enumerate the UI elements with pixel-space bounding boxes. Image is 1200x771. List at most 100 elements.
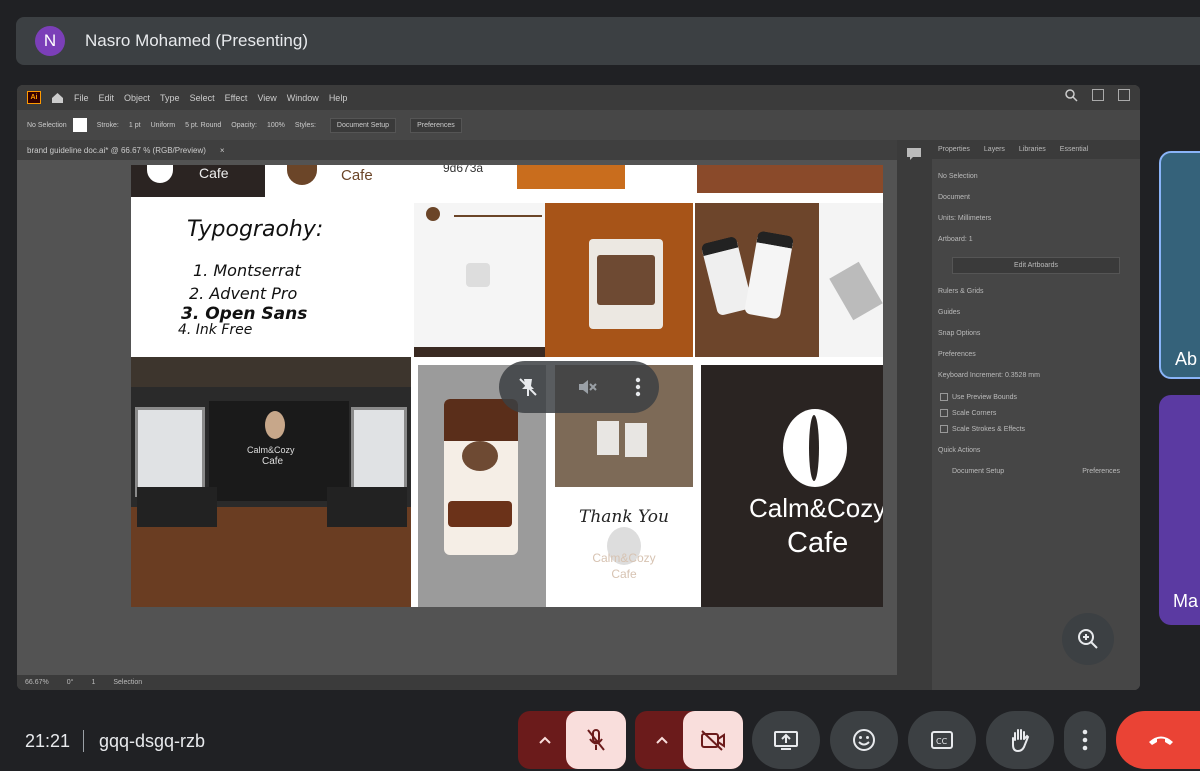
control-bar: No Selection Stroke: 1 pt Uniform 5 pt. … xyxy=(17,110,1140,140)
more-options-icon[interactable] xyxy=(635,377,641,397)
present-screen-button[interactable] xyxy=(752,711,820,769)
app-menubar: Ai File Edit Object Type Select Effect V… xyxy=(17,85,1140,110)
microphone-button[interactable] xyxy=(566,711,626,769)
snap-options-label: Snap Options xyxy=(938,330,981,337)
preferences-section: Preferences xyxy=(938,351,976,358)
logo-mark-brown xyxy=(287,165,317,185)
stationery-mockup xyxy=(819,203,883,357)
color-hex: 9d673a xyxy=(443,165,484,175)
camera-control xyxy=(635,711,743,769)
color-swatch-brown xyxy=(697,165,883,193)
units-label: Units: xyxy=(938,215,956,222)
close-icon: × xyxy=(219,145,225,155)
menu-edit: Edit xyxy=(98,92,115,103)
thank-you-brand-sub: Cafe xyxy=(611,567,637,581)
brand-name-sub: Cafe xyxy=(787,527,849,559)
participant-tile[interactable]: Ab xyxy=(1159,151,1200,379)
logo-light-strip: Cafe xyxy=(265,165,413,197)
guides-label: Guides xyxy=(938,309,961,316)
web-mockup xyxy=(414,203,546,357)
home-icon xyxy=(52,93,63,103)
illustrator-logo-icon: Ai xyxy=(27,91,41,104)
zoom-level: 66.67% xyxy=(25,679,49,686)
fill-swatch xyxy=(72,118,87,132)
logo-dark-text: Cafe xyxy=(199,165,229,181)
more-options-button[interactable] xyxy=(1064,711,1106,769)
phone-hangup-icon xyxy=(1149,736,1173,745)
raise-hand-button[interactable] xyxy=(986,711,1054,769)
menu-file: File xyxy=(74,92,89,103)
window-controls xyxy=(1065,89,1130,102)
font-item: 4. Ink Free xyxy=(178,322,253,338)
menu-object: Object xyxy=(124,92,151,103)
tab-essential: Essential xyxy=(1059,146,1089,153)
mic-control xyxy=(518,711,626,769)
document-tab: brand guideline doc.ai* @ 66.67 % (RGB/P… xyxy=(17,140,897,160)
thank-you-card: Thank You Calm&Cozy Cafe xyxy=(555,487,693,607)
tab-properties: Properties xyxy=(938,146,970,153)
quick-preferences: Preferences xyxy=(1082,468,1120,475)
keyboard-increment-row: Keyboard Increment: 0.3528 mm xyxy=(938,372,1134,379)
units-row: Units: Millimeters xyxy=(938,215,1134,222)
arrange-icon xyxy=(1092,89,1104,101)
checkbox-preview-bounds: Use Preview Bounds xyxy=(940,393,1132,401)
document-section: Document xyxy=(938,194,970,201)
wall-logo-icon xyxy=(265,411,285,439)
menu-view: View xyxy=(257,92,277,103)
video-options-button[interactable] xyxy=(639,711,685,769)
quick-document-setup: Document Setup xyxy=(952,468,1005,475)
meeting-code: gqq-dsgq-rzb xyxy=(99,731,206,751)
reactions-button[interactable] xyxy=(830,711,898,769)
social-media-mockup xyxy=(545,203,693,357)
panel-tabs: Properties Layers Libraries Essential xyxy=(932,140,1140,159)
rotation-angle: 0° xyxy=(66,679,74,686)
rulers-grids-label: Rulers & Grids xyxy=(938,288,984,295)
keyboard-increment-label: Keyboard Increment: xyxy=(938,372,1003,379)
menu-window: Window xyxy=(286,92,319,103)
presenter-avatar: N xyxy=(35,26,65,56)
menu-select: Select xyxy=(189,92,215,103)
participant-tile[interactable]: Ma xyxy=(1159,395,1200,625)
document-setup-button: Document Setup xyxy=(329,117,397,133)
font-item: 2. Advent Pro xyxy=(189,284,298,303)
captions-button[interactable]: CC xyxy=(908,711,976,769)
current-tool: Selection xyxy=(113,679,143,686)
opacity-label: Opacity: xyxy=(231,121,257,129)
stroke-label: Stroke: xyxy=(96,121,119,129)
tab-layers: Layers xyxy=(983,146,1005,153)
divider xyxy=(83,730,84,752)
quick-actions-label: Quick Actions xyxy=(938,447,981,454)
emoji-icon xyxy=(853,729,875,751)
comment-icon xyxy=(907,148,921,160)
audio-options-button[interactable] xyxy=(522,711,568,769)
stroke-profile: Uniform xyxy=(150,121,176,129)
camera-button[interactable] xyxy=(683,711,743,769)
color-swatch-orange xyxy=(517,165,625,189)
zoom-in-button[interactable] xyxy=(1062,613,1114,665)
no-selection-label: No Selection xyxy=(938,173,978,180)
unpin-icon[interactable] xyxy=(517,376,539,398)
panel-dock xyxy=(897,140,932,690)
more-vert-icon xyxy=(1082,729,1088,751)
thank-you-brand: Calm&Cozy xyxy=(592,551,656,565)
thank-you-title: Thank You xyxy=(578,507,669,527)
search-icon xyxy=(1065,89,1078,102)
keyboard-increment-value: 0.3528 mm xyxy=(1004,372,1040,379)
presenter-bar: N Nasro Mohamed (Presenting) xyxy=(16,17,1200,65)
present-icon xyxy=(774,731,798,750)
meeting-controls-bar: 21:21 gqq-dsgq-rzb CC xyxy=(0,700,1200,771)
coffee-bean-icon xyxy=(783,409,847,487)
presenter-name: Nasro Mohamed (Presenting) xyxy=(85,31,308,50)
logo-mark xyxy=(147,165,173,183)
logo-light-text: Cafe xyxy=(341,167,373,184)
leave-call-button[interactable] xyxy=(1116,711,1200,769)
captions-icon: CC xyxy=(931,731,953,749)
meeting-time: 21:21 xyxy=(25,731,71,751)
font-item: 1. Montserrat xyxy=(193,261,301,280)
artboard-label: Artboard: xyxy=(938,236,967,243)
mute-tile-icon[interactable] xyxy=(576,376,598,398)
artboard-value: 1 xyxy=(968,236,973,243)
zoom-in-icon xyxy=(1078,629,1098,649)
styles-label: Styles: xyxy=(294,121,316,129)
tile-controls xyxy=(499,361,659,413)
